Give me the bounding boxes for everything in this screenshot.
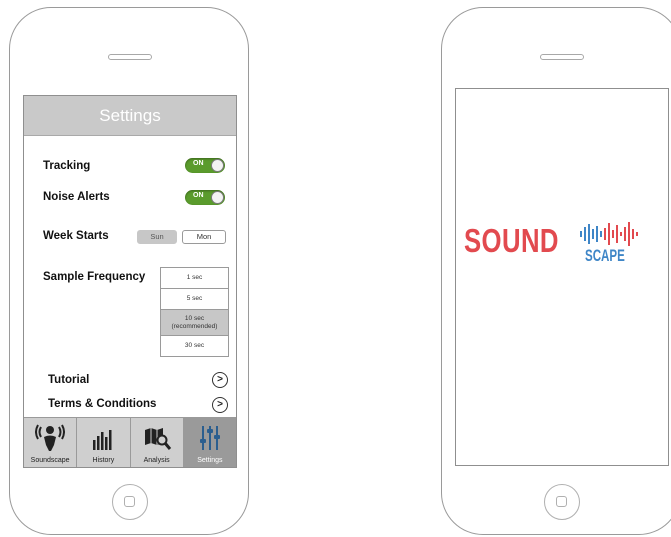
tracking-toggle[interactable]: ON (185, 158, 225, 173)
frequency-option-5-sec[interactable]: 5 sec (161, 289, 228, 310)
settings-screen: Settings Tracking ON Noise Alerts ON Wee… (23, 95, 237, 468)
tutorial-chevron-icon[interactable]: > (212, 372, 228, 388)
person-sound-icon (35, 424, 66, 451)
sample-frequency-label: Sample Frequency (43, 271, 146, 283)
frequency-option-1-sec[interactable]: 1 sec (161, 268, 228, 289)
tab-analysis[interactable]: Analysis (131, 418, 184, 467)
phone-right: SOUND SCAPE (441, 7, 671, 535)
noise-alerts-toggle[interactable]: ON (185, 190, 225, 205)
week-starts-label: Week Starts (43, 230, 109, 242)
terms-label: Terms & Conditions (48, 398, 157, 410)
phone-left: Settings Tracking ON Noise Alerts ON Wee… (9, 7, 249, 535)
sliders-icon (199, 426, 220, 450)
frequency-recommended-note: (recommended) (171, 322, 218, 330)
bar-history-icon (93, 430, 112, 450)
frequency-option-label: 10 sec (184, 314, 205, 322)
logo-scape-text: SCAPE (585, 246, 625, 265)
tab-soundscape[interactable]: Soundscape (24, 418, 78, 467)
phone-speaker (540, 54, 584, 60)
tab-history[interactable]: History (77, 418, 131, 467)
home-button[interactable] (112, 484, 148, 520)
splash-screen: SOUND SCAPE (455, 88, 669, 466)
tutorial-label: Tutorial (48, 374, 90, 386)
tab-settings[interactable]: Settings (183, 418, 236, 467)
waveform-logo-icon (580, 222, 638, 246)
tab-label: Settings (197, 457, 223, 464)
frequency-option-10-sec[interactable]: 10 sec (recommended) (161, 310, 228, 336)
tab-label: Analysis (143, 457, 170, 464)
sample-frequency-list: 1 sec 5 sec 10 sec (recommended) 30 sec (160, 267, 229, 357)
noise-alerts-label: Noise Alerts (43, 191, 110, 203)
terms-chevron-icon[interactable]: > (212, 397, 228, 413)
map-magnifier-icon (144, 428, 171, 450)
tracking-label: Tracking (43, 160, 91, 172)
home-button[interactable] (544, 484, 580, 520)
frequency-option-30-sec[interactable]: 30 sec (161, 336, 228, 356)
toggle-on-text: ON (193, 192, 204, 199)
tab-label: History (92, 457, 115, 464)
toggle-on-text: ON (193, 160, 204, 167)
toggle-knob (211, 191, 224, 204)
week-start-mon-button[interactable]: Mon (182, 230, 226, 244)
toggle-knob (211, 159, 224, 172)
tab-label: Soundscape (30, 457, 70, 464)
tab-bar: Soundscape History Analysis Settings (24, 417, 236, 467)
page-title: Settings (24, 96, 236, 136)
week-start-sun-button[interactable]: Sun (137, 230, 177, 244)
logo-sound-text: SOUND (464, 222, 559, 259)
phone-speaker (108, 54, 152, 60)
